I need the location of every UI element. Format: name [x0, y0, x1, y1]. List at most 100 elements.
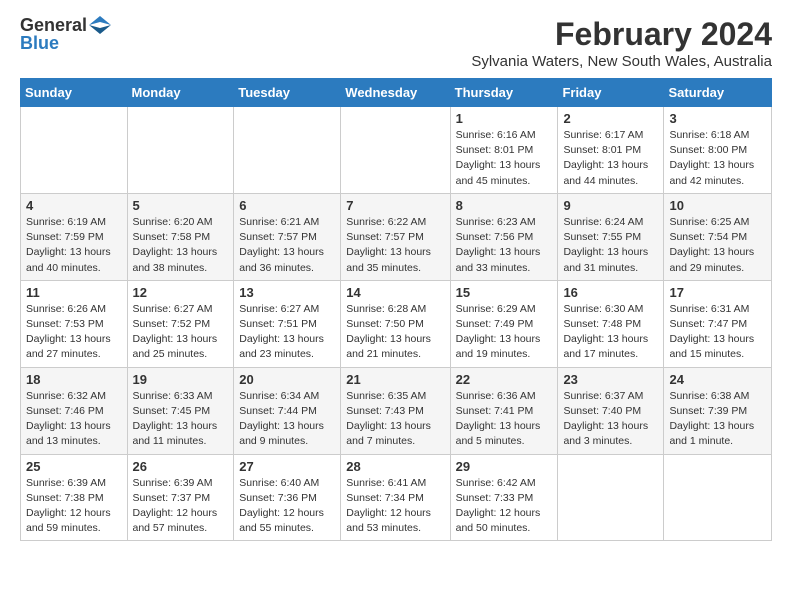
- day-detail: Sunrise: 6:16 AMSunset: 8:01 PMDaylight:…: [456, 128, 553, 189]
- calendar-cell: 18 Sunrise: 6:32 AMSunset: 7:46 PMDayligh…: [21, 367, 128, 454]
- title-area: February 2024 Sylvania Waters, New South…: [471, 16, 772, 70]
- day-detail: Sunrise: 6:35 AMSunset: 7:43 PMDaylight:…: [346, 389, 444, 450]
- header-day-tuesday: Tuesday: [234, 79, 341, 107]
- calendar-cell: 27Sunrise: 6:40 AMSunset: 7:36 PMDayligh…: [234, 454, 341, 541]
- day-detail: Sunrise: 6:18 AMSunset: 8:00 PMDaylight:…: [669, 128, 766, 189]
- day-detail: Sunrise: 6:36 AMSunset: 7:41 PMDaylight:…: [456, 389, 553, 450]
- calendar-cell: 20Sunrise: 6:34 AMSunset: 7:44 PMDayligh…: [234, 367, 341, 454]
- day-number: 4: [26, 198, 122, 213]
- header-day-friday: Friday: [558, 79, 664, 107]
- day-detail: Sunrise: 6:20 AMSunset: 7:58 PMDaylight:…: [133, 215, 229, 276]
- day-number: 15: [456, 285, 553, 300]
- calendar-cell: 4Sunrise: 6:19 AMSunset: 7:59 PMDaylight…: [21, 193, 128, 280]
- calendar-cell: 23 Sunrise: 6:37 AMSunset: 7:40 PMDayligh…: [558, 367, 664, 454]
- day-number: 29: [456, 459, 553, 474]
- calendar-body: 1 Sunrise: 6:16 AMSunset: 8:01 PMDaylight…: [21, 107, 772, 541]
- header-day-saturday: Saturday: [664, 79, 772, 107]
- day-number: 5: [133, 198, 229, 213]
- day-number: 7: [346, 198, 444, 213]
- calendar-cell: 5 Sunrise: 6:20 AMSunset: 7:58 PMDaylight…: [127, 193, 234, 280]
- day-detail: Sunrise: 6:39 AMSunset: 7:37 PMDaylight:…: [133, 476, 229, 537]
- day-detail: Sunrise: 6:29 AMSunset: 7:49 PMDaylight:…: [456, 302, 553, 363]
- calendar-cell: 22 Sunrise: 6:36 AMSunset: 7:41 PMDayligh…: [450, 367, 558, 454]
- calendar-cell: 12 Sunrise: 6:27 AMSunset: 7:52 PMDayligh…: [127, 280, 234, 367]
- header-day-sunday: Sunday: [21, 79, 128, 107]
- week-row-3: 11 Sunrise: 6:26 AMSunset: 7:53 PMDayligh…: [21, 280, 772, 367]
- calendar-cell: 9 Sunrise: 6:24 AMSunset: 7:55 PMDaylight…: [558, 193, 664, 280]
- day-number: 23: [563, 372, 658, 387]
- day-number: 16: [563, 285, 658, 300]
- day-detail: Sunrise: 6:25 AMSunset: 7:54 PMDaylight:…: [669, 215, 766, 276]
- calendar-cell: [341, 107, 450, 194]
- day-detail: Sunrise: 6:30 AMSunset: 7:48 PMDaylight:…: [563, 302, 658, 363]
- day-detail: Sunrise: 6:27 AMSunset: 7:52 PMDaylight:…: [133, 302, 229, 363]
- calendar-cell: 7 Sunrise: 6:22 AMSunset: 7:57 PMDaylight…: [341, 193, 450, 280]
- day-detail: Sunrise: 6:27 AMSunset: 7:51 PMDaylight:…: [239, 302, 335, 363]
- calendar-cell: 6 Sunrise: 6:21 AMSunset: 7:57 PMDaylight…: [234, 193, 341, 280]
- header-day-wednesday: Wednesday: [341, 79, 450, 107]
- day-number: 13: [239, 285, 335, 300]
- day-number: 17: [669, 285, 766, 300]
- day-number: 1: [456, 111, 553, 126]
- header-day-thursday: Thursday: [450, 79, 558, 107]
- calendar-cell: 28Sunrise: 6:41 AMSunset: 7:34 PMDayligh…: [341, 454, 450, 541]
- calendar-cell: 2Sunrise: 6:17 AMSunset: 8:01 PMDaylight…: [558, 107, 664, 194]
- logo-bird-icon: [89, 16, 111, 34]
- calendar-cell: 14Sunrise: 6:28 AMSunset: 7:50 PMDayligh…: [341, 280, 450, 367]
- calendar-cell: 25 Sunrise: 6:39 AMSunset: 7:38 PMDayligh…: [21, 454, 128, 541]
- day-number: 10: [669, 198, 766, 213]
- calendar-cell: 11 Sunrise: 6:26 AMSunset: 7:53 PMDayligh…: [21, 280, 128, 367]
- day-number: 25: [26, 459, 122, 474]
- calendar-cell: 10 Sunrise: 6:25 AMSunset: 7:54 PMDayligh…: [664, 193, 772, 280]
- day-number: 6: [239, 198, 335, 213]
- logo-general-text: General: [20, 16, 87, 34]
- calendar-cell: 19 Sunrise: 6:33 AMSunset: 7:45 PMDayligh…: [127, 367, 234, 454]
- calendar-cell: 21 Sunrise: 6:35 AMSunset: 7:43 PMDayligh…: [341, 367, 450, 454]
- day-detail: Sunrise: 6:23 AMSunset: 7:56 PMDaylight:…: [456, 215, 553, 276]
- day-detail: Sunrise: 6:31 AMSunset: 7:47 PMDaylight:…: [669, 302, 766, 363]
- day-number: 18: [26, 372, 122, 387]
- calendar-table: SundayMondayTuesdayWednesdayThursdayFrid…: [20, 78, 772, 541]
- day-detail: Sunrise: 6:33 AMSunset: 7:45 PMDaylight:…: [133, 389, 229, 450]
- calendar-cell: [664, 454, 772, 541]
- day-detail: Sunrise: 6:32 AMSunset: 7:46 PMDaylight:…: [26, 389, 122, 450]
- calendar-cell: 3Sunrise: 6:18 AMSunset: 8:00 PMDaylight…: [664, 107, 772, 194]
- day-detail: Sunrise: 6:24 AMSunset: 7:55 PMDaylight:…: [563, 215, 658, 276]
- day-detail: Sunrise: 6:21 AMSunset: 7:57 PMDaylight:…: [239, 215, 335, 276]
- header-day-monday: Monday: [127, 79, 234, 107]
- calendar-cell: [127, 107, 234, 194]
- day-number: 22: [456, 372, 553, 387]
- header: General Blue February 2024 Sylvania Wate…: [20, 16, 772, 70]
- day-number: 9: [563, 198, 658, 213]
- location-subtitle: Sylvania Waters, New South Wales, Austra…: [471, 53, 772, 70]
- week-row-1: 1 Sunrise: 6:16 AMSunset: 8:01 PMDaylight…: [21, 107, 772, 194]
- day-detail: Sunrise: 6:41 AMSunset: 7:34 PMDaylight:…: [346, 476, 444, 537]
- day-detail: Sunrise: 6:37 AMSunset: 7:40 PMDaylight:…: [563, 389, 658, 450]
- day-detail: Sunrise: 6:34 AMSunset: 7:44 PMDaylight:…: [239, 389, 335, 450]
- day-number: 12: [133, 285, 229, 300]
- calendar-cell: 17 Sunrise: 6:31 AMSunset: 7:47 PMDayligh…: [664, 280, 772, 367]
- day-detail: Sunrise: 6:38 AMSunset: 7:39 PMDaylight:…: [669, 389, 766, 450]
- logo: General Blue: [20, 16, 111, 52]
- calendar-cell: [558, 454, 664, 541]
- day-detail: Sunrise: 6:22 AMSunset: 7:57 PMDaylight:…: [346, 215, 444, 276]
- day-detail: Sunrise: 6:26 AMSunset: 7:53 PMDaylight:…: [26, 302, 122, 363]
- month-title: February 2024: [471, 16, 772, 53]
- calendar-cell: [234, 107, 341, 194]
- day-number: 11: [26, 285, 122, 300]
- calendar-cell: 8Sunrise: 6:23 AMSunset: 7:56 PMDaylight…: [450, 193, 558, 280]
- day-detail: Sunrise: 6:39 AMSunset: 7:38 PMDaylight:…: [26, 476, 122, 537]
- week-row-5: 25 Sunrise: 6:39 AMSunset: 7:38 PMDayligh…: [21, 454, 772, 541]
- day-detail: Sunrise: 6:17 AMSunset: 8:01 PMDaylight:…: [563, 128, 658, 189]
- calendar-cell: 26 Sunrise: 6:39 AMSunset: 7:37 PMDayligh…: [127, 454, 234, 541]
- calendar-cell: 13 Sunrise: 6:27 AMSunset: 7:51 PMDayligh…: [234, 280, 341, 367]
- day-number: 26: [133, 459, 229, 474]
- calendar-cell: 29Sunrise: 6:42 AMSunset: 7:33 PMDayligh…: [450, 454, 558, 541]
- week-row-2: 4Sunrise: 6:19 AMSunset: 7:59 PMDaylight…: [21, 193, 772, 280]
- calendar-cell: [21, 107, 128, 194]
- day-number: 21: [346, 372, 444, 387]
- calendar-cell: 24Sunrise: 6:38 AMSunset: 7:39 PMDayligh…: [664, 367, 772, 454]
- calendar-cell: 15 Sunrise: 6:29 AMSunset: 7:49 PMDayligh…: [450, 280, 558, 367]
- day-number: 19: [133, 372, 229, 387]
- calendar-header-row: SundayMondayTuesdayWednesdayThursdayFrid…: [21, 79, 772, 107]
